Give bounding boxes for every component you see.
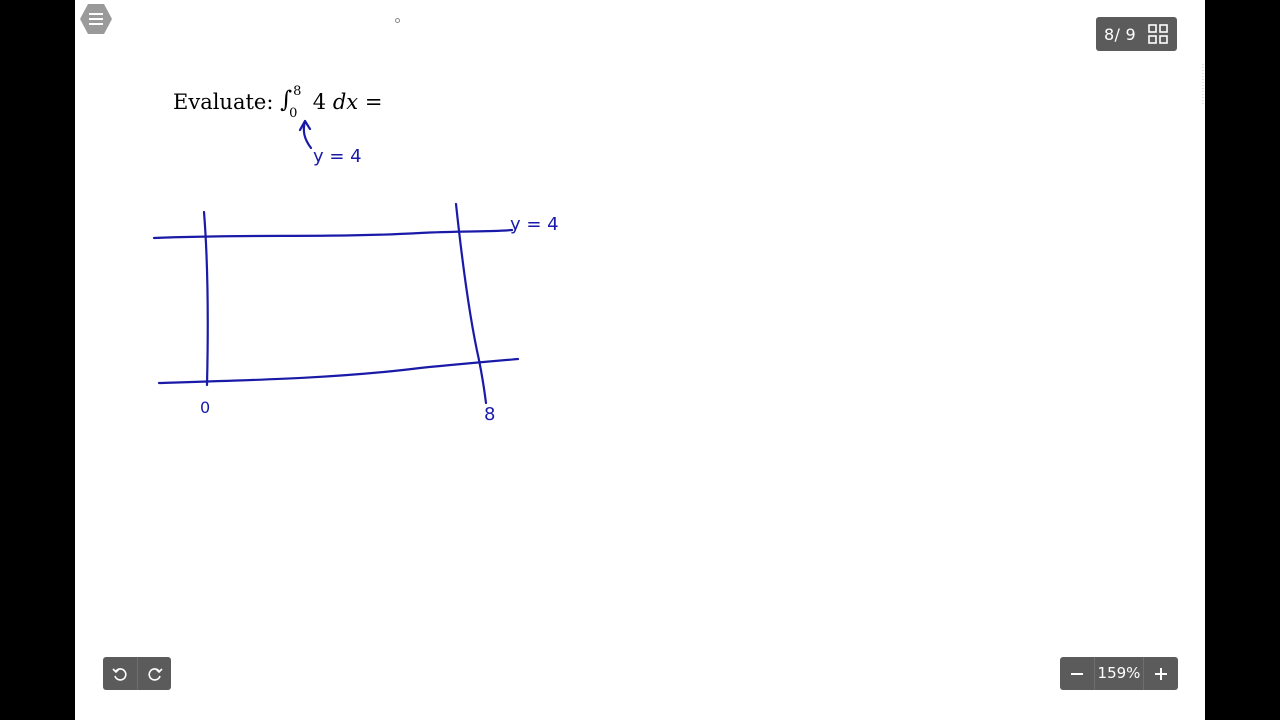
left-tick-label: 0 <box>200 398 211 417</box>
zoom-level: 159% <box>1094 657 1144 690</box>
ink-left-line <box>202 210 209 387</box>
redo-button[interactable] <box>137 657 171 690</box>
minus-icon <box>1071 672 1083 675</box>
arrow-label: y = 4 <box>313 146 362 167</box>
viewer-stage: 8/ 9 Evaluate: ∫ 8 0 4 dx = y = 4 y = 4 … <box>0 0 1280 720</box>
undo-button[interactable] <box>103 657 137 690</box>
redo-icon <box>147 667 163 681</box>
undo-icon <box>112 667 127 681</box>
zoom-in-button[interactable] <box>1144 657 1178 690</box>
right-tick-label: 8 <box>484 404 496 425</box>
undo-redo-toolbar <box>103 657 171 690</box>
zoom-out-button[interactable] <box>1060 657 1094 690</box>
zoom-toolbar: 159% <box>1060 657 1178 690</box>
ink-drawing <box>152 119 520 405</box>
plus-icon <box>1155 667 1167 680</box>
ink-bottom-line <box>157 357 520 385</box>
line-label: y = 4 <box>510 214 559 235</box>
ink-right-line <box>454 202 488 405</box>
